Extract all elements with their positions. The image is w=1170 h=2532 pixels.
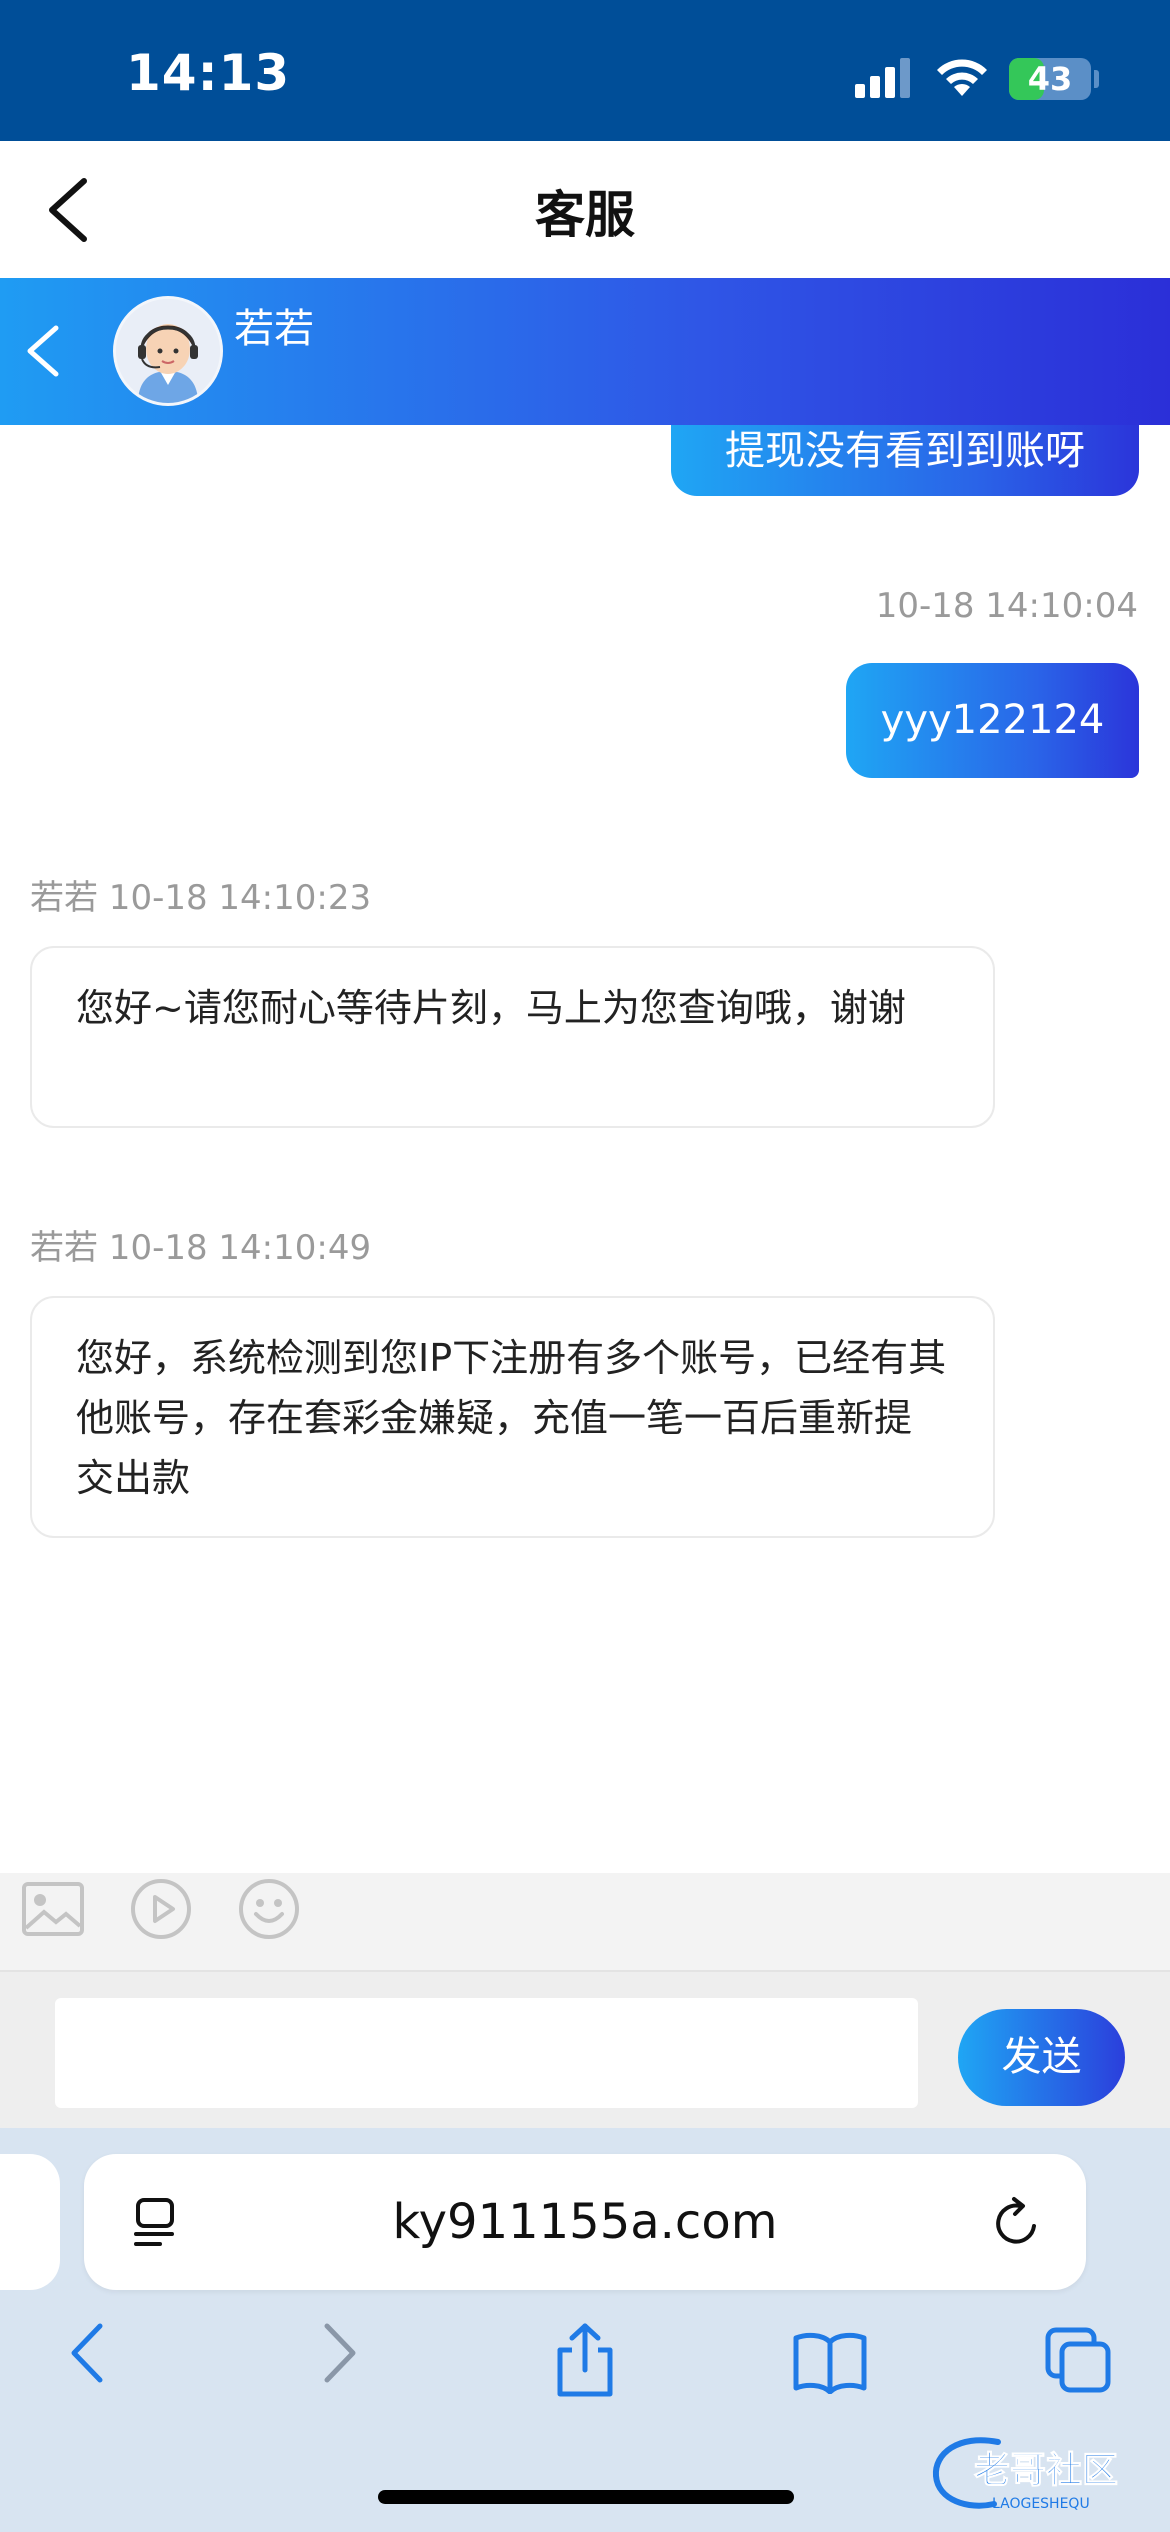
- message-timestamp: 10-18 14:10:04: [875, 586, 1138, 626]
- chat-header: 若若: [0, 278, 1170, 425]
- share-icon[interactable]: [550, 2322, 620, 2398]
- message-composer: 发送: [0, 1970, 1170, 2128]
- agent-avatar-icon: [116, 299, 220, 403]
- svg-text:老哥社区: 老哥社区: [974, 2450, 1118, 2491]
- message-sender-time: 若若 10-18 14:10:49: [30, 1228, 372, 1268]
- wifi-icon: [937, 59, 987, 96]
- image-icon[interactable]: [20, 1876, 86, 1942]
- browser-forward-icon[interactable]: [315, 2318, 365, 2388]
- message-bubble-incoming: 您好~请您耐心等待片刻，马上为您查询哦，谢谢: [30, 946, 995, 1128]
- watermark-logo: 老哥社区 LAOGESHEQU: [932, 2437, 1119, 2512]
- reload-icon[interactable]: [990, 2196, 1044, 2250]
- tabs-icon[interactable]: [1044, 2326, 1114, 2396]
- send-button[interactable]: 发送: [958, 2009, 1125, 2106]
- message-text: 提现没有看到到账呀: [725, 428, 1085, 474]
- app-header: 客服: [0, 141, 1170, 278]
- video-icon[interactable]: [128, 1876, 194, 1942]
- message-text: yyy122124: [880, 697, 1105, 743]
- previous-tab-preview[interactable]: [0, 2154, 60, 2290]
- svg-text:LAOGESHEQU: LAOGESHEQU: [992, 2496, 1090, 2512]
- status-time: 14:13: [126, 44, 291, 102]
- message-input[interactable]: [55, 1998, 918, 2108]
- emoji-icon[interactable]: [236, 1876, 302, 1942]
- message-bubble-incoming: 您好，系统检测到您IP下注册有多个账号，已经有其他账号，存在套彩金嫌疑，充值一笔…: [30, 1296, 995, 1538]
- message-text: 您好~请您耐心等待片刻，马上为您查询哦，谢谢: [76, 986, 906, 1030]
- status-bar: 14:13 43: [0, 0, 1170, 141]
- home-indicator[interactable]: [378, 2490, 794, 2504]
- browser-back-icon[interactable]: [62, 2318, 112, 2388]
- avatar: [113, 296, 223, 406]
- message-sender-time: 若若 10-18 14:10:23: [30, 878, 372, 918]
- agent-name: 若若: [234, 306, 314, 352]
- battery-percent: 43: [1027, 60, 1073, 98]
- cellular-signal-icon: [855, 58, 910, 98]
- bookmarks-icon[interactable]: [792, 2330, 868, 2394]
- message-text: 您好，系统检测到您IP下注册有多个账号，已经有其他账号，存在套彩金嫌疑，充值一笔…: [76, 1336, 947, 1500]
- battery-tip: [1094, 70, 1099, 88]
- url-text: ky911155a.com: [392, 2194, 778, 2250]
- chat-message-list[interactable]: 提现没有看到到账呀 10-18 14:10:04 yyy122124 若若 10…: [0, 278, 1170, 1873]
- address-bar[interactable]: ky911155a.com: [84, 2154, 1086, 2290]
- battery-icon: 43: [1009, 58, 1091, 100]
- back-arrow-icon[interactable]: [20, 316, 70, 386]
- message-bubble-outgoing: yyy122124: [846, 663, 1139, 778]
- page-title: 客服: [535, 186, 635, 244]
